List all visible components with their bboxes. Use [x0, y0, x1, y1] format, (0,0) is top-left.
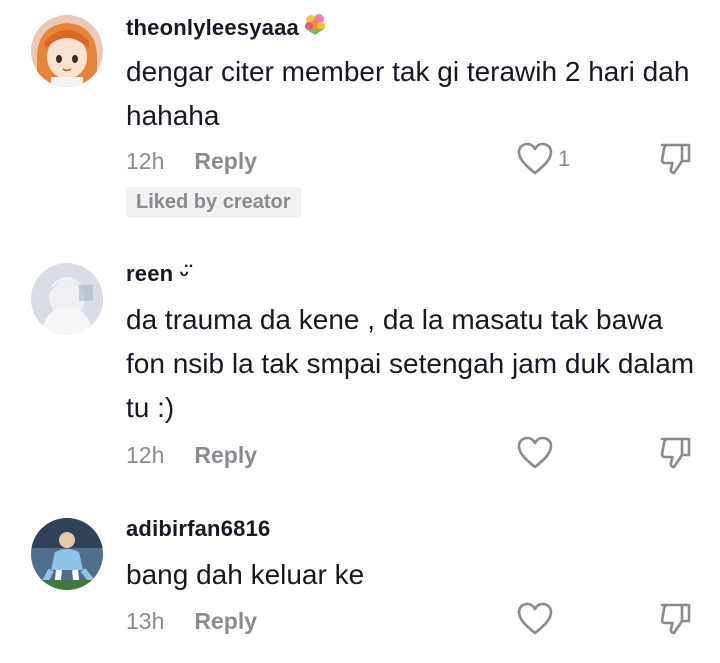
thumbs-down-icon[interactable] — [659, 602, 693, 636]
liked-by-creator-badge: Liked by creator — [126, 187, 301, 218]
reply-button[interactable]: Reply — [194, 608, 257, 634]
reply-button[interactable]: Reply — [194, 148, 257, 174]
heart-icon[interactable] — [517, 142, 553, 176]
avatar[interactable] — [31, 15, 103, 87]
comment-text: bang dah keluar ke — [126, 559, 365, 590]
username-text[interactable]: theonlyleesyaaa — [126, 15, 299, 40]
username[interactable]: adibirfan6816 — [126, 516, 270, 542]
comment-meta: 13h Reply — [126, 608, 257, 635]
bouquet-icon — [302, 11, 328, 43]
thumbs-down-icon[interactable] — [659, 142, 693, 176]
like-count: 1 — [558, 146, 571, 171]
timestamp: 12h — [126, 442, 165, 468]
username-suffix: ᵕ̈ — [179, 261, 189, 286]
username[interactable]: theonlyleesyaaa — [126, 11, 328, 43]
heart-icon[interactable] — [517, 602, 553, 636]
heart-icon[interactable] — [517, 436, 553, 470]
comment-text: da trauma da kene , da la masatu tak baw… — [126, 304, 695, 423]
reply-button[interactable]: Reply — [194, 442, 257, 468]
timestamp: 12h — [126, 148, 165, 174]
username[interactable]: reen ᵕ̈ — [126, 261, 189, 287]
timestamp: 13h — [126, 608, 165, 634]
comment-meta: 12h Reply — [126, 442, 257, 469]
username-text[interactable]: reen — [126, 261, 173, 286]
comment-meta: 12h Reply — [126, 148, 257, 175]
avatar[interactable] — [31, 518, 103, 590]
thumbs-down-icon[interactable] — [659, 436, 693, 470]
comment-text: dengar citer member tak gi terawih 2 har… — [126, 56, 690, 131]
avatar[interactable] — [31, 263, 103, 335]
